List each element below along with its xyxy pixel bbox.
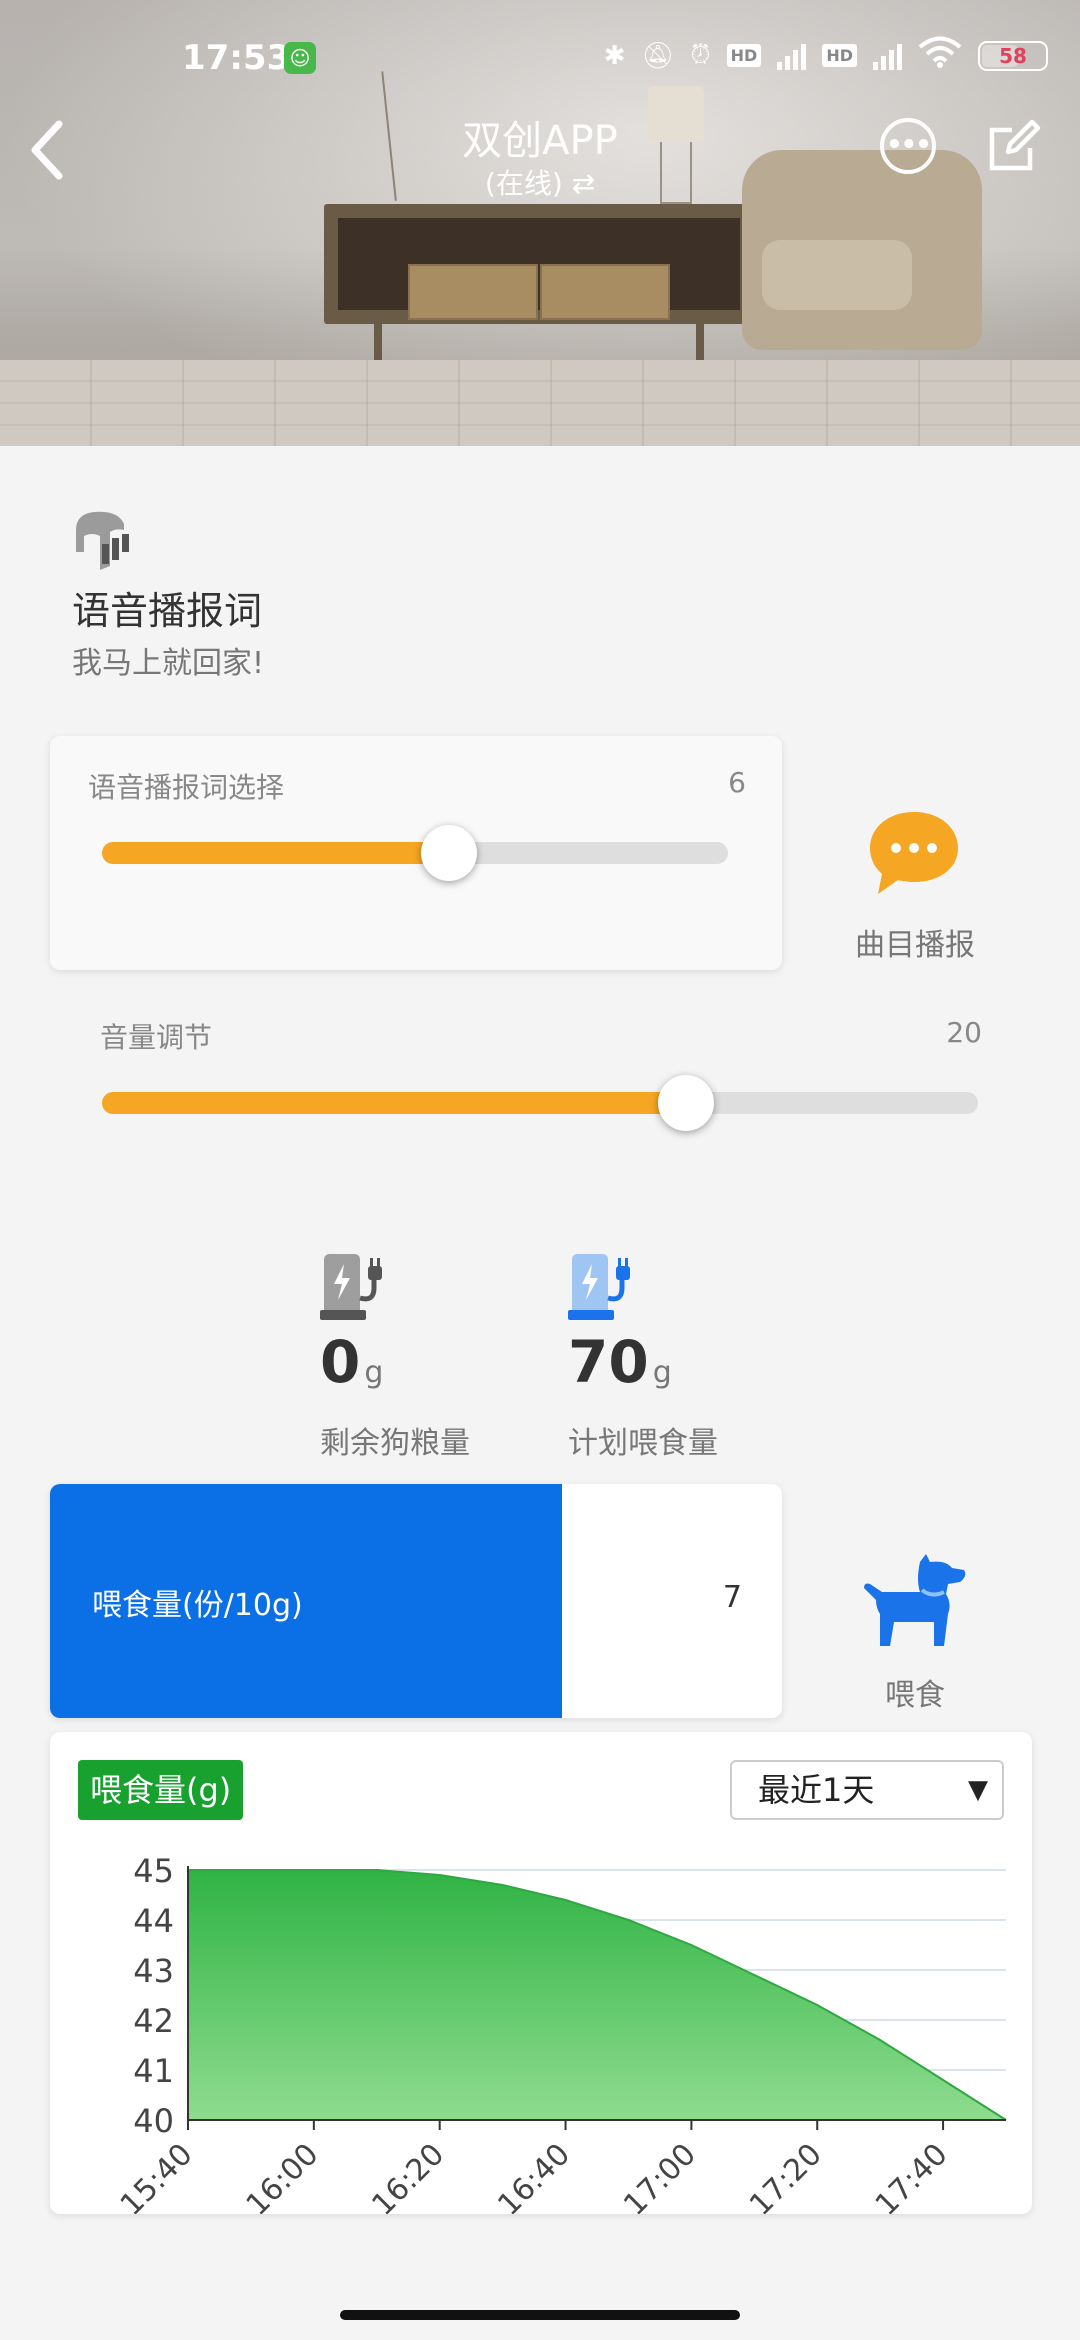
edit-button[interactable]: [986, 118, 1042, 174]
home-indicator: [340, 2310, 740, 2320]
bluetooth-icon: ✱: [603, 40, 626, 71]
edit-icon: [989, 119, 1041, 171]
bell-off-icon: 🔕︎: [641, 40, 675, 71]
voice-section-title: 语音播报词: [72, 589, 263, 633]
volume-value: 20: [946, 1016, 982, 1049]
banner-decor-drawer: [540, 264, 670, 320]
x-tick-label: 16:40: [491, 2137, 577, 2214]
voice-selector-card: 语音播报词选择 6: [50, 736, 782, 970]
voice-current-phrase: 我马上就回家!: [72, 646, 265, 681]
food-station-icon: [320, 1252, 404, 1324]
volume-slider[interactable]: [102, 1092, 978, 1114]
food-station-icon: [568, 1252, 652, 1324]
volume-thumb[interactable]: [658, 1075, 715, 1131]
hd-icon: HD: [726, 44, 762, 67]
planned-food-unit: g: [652, 1355, 672, 1390]
banner-decor-chair-seat: [762, 240, 912, 310]
chart-card: 40 41 42 43 44 45 15:40 16:00 16:20 16:40 17:00 17:…: [50, 1732, 1032, 2214]
x-tick-label: 15:40: [114, 2137, 200, 2214]
feed-amount-value: 7: [722, 1580, 742, 1615]
status-icons: ✱ 🔕︎ ⏰︎ HD HD 58: [604, 36, 1048, 75]
voice-selector-thumb[interactable]: [421, 825, 478, 881]
status-bar: 17:53 ☺ ✱ 🔕︎ ⏰︎ HD HD 58: [0, 28, 1080, 92]
planned-food-value: 70 g: [568, 1328, 672, 1396]
chevron-left-icon: [31, 120, 63, 180]
feed-button-label: 喂食: [885, 1678, 945, 1713]
wifi-icon: [918, 36, 962, 75]
x-tick-label: 16:00: [240, 2137, 326, 2214]
dog-icon: [864, 1554, 966, 1646]
range-select[interactable]: 最近1天 ▼: [730, 1760, 1004, 1820]
chart-area-series: [188, 1870, 1006, 2120]
voice-broadcast-icon: [72, 508, 132, 578]
banner-decor-chair: [742, 150, 982, 350]
planned-food-number: 70: [568, 1328, 649, 1396]
back-button[interactable]: [22, 118, 72, 188]
y-tick-label: 43: [133, 1952, 174, 1990]
chat-bubble-icon: [870, 812, 958, 894]
y-tick-label: 42: [133, 2002, 174, 2040]
banner-decor-shelf: [338, 218, 740, 310]
planned-food-label: 计划喂食量: [568, 1426, 718, 1461]
x-tick-label: 17:20: [743, 2137, 829, 2214]
signal-icon: [777, 42, 807, 70]
remaining-food-label: 剩余狗粮量: [320, 1426, 470, 1461]
battery-level: 58: [999, 43, 1027, 68]
banner-decor-drawer: [408, 264, 538, 320]
banner-floor: [0, 360, 1080, 446]
remaining-food-value: 0g: [320, 1328, 383, 1396]
play-broadcast-button[interactable]: [866, 808, 962, 898]
page-title: 双创APP: [462, 118, 618, 164]
feed-amount-label: 喂食量(份/10g): [92, 1588, 303, 1623]
remaining-food-unit: g: [364, 1355, 384, 1390]
banner-decor-console: [324, 204, 754, 382]
play-broadcast-label: 曲目播报: [855, 928, 975, 963]
y-tick-label: 45: [133, 1852, 174, 1890]
voice-selector-slider[interactable]: [102, 842, 728, 864]
volume-slider-fill: [102, 1092, 687, 1114]
chart-title-badge: 喂食量(g): [78, 1760, 244, 1820]
connection-status: (在线) ⇄: [484, 167, 596, 200]
hd-icon: HD: [822, 44, 857, 67]
status-time: 17:53: [182, 38, 291, 78]
more-button[interactable]: •••: [880, 118, 936, 174]
app-notification-icon: ☺: [284, 42, 316, 74]
alarm-icon: ⏰︎: [690, 40, 711, 70]
voice-selector-value: 6: [728, 766, 746, 799]
voice-selector-slider-fill: [102, 842, 450, 864]
x-tick-label: 16:20: [365, 2137, 451, 2214]
battery-icon: 58: [978, 40, 1048, 71]
y-tick-label: 41: [133, 2052, 174, 2090]
range-select-value: 最近1天: [758, 1771, 875, 1809]
volume-label: 音量调节: [100, 1021, 213, 1054]
remaining-food-number: 0: [320, 1328, 361, 1396]
x-tick-label: 17:40: [869, 2137, 955, 2214]
feed-amount-slider[interactable]: 喂食量(份/10g) 7: [50, 1484, 782, 1718]
feed-button[interactable]: [860, 1552, 970, 1648]
voice-selector-label: 语音播报词选择: [88, 771, 285, 804]
y-tick-label: 40: [133, 2102, 174, 2140]
y-tick-label: 44: [133, 1902, 174, 1940]
signal-icon: [873, 42, 902, 70]
x-tick-label: 17:00: [617, 2137, 703, 2214]
caret-down-icon: ▼: [968, 1775, 988, 1805]
